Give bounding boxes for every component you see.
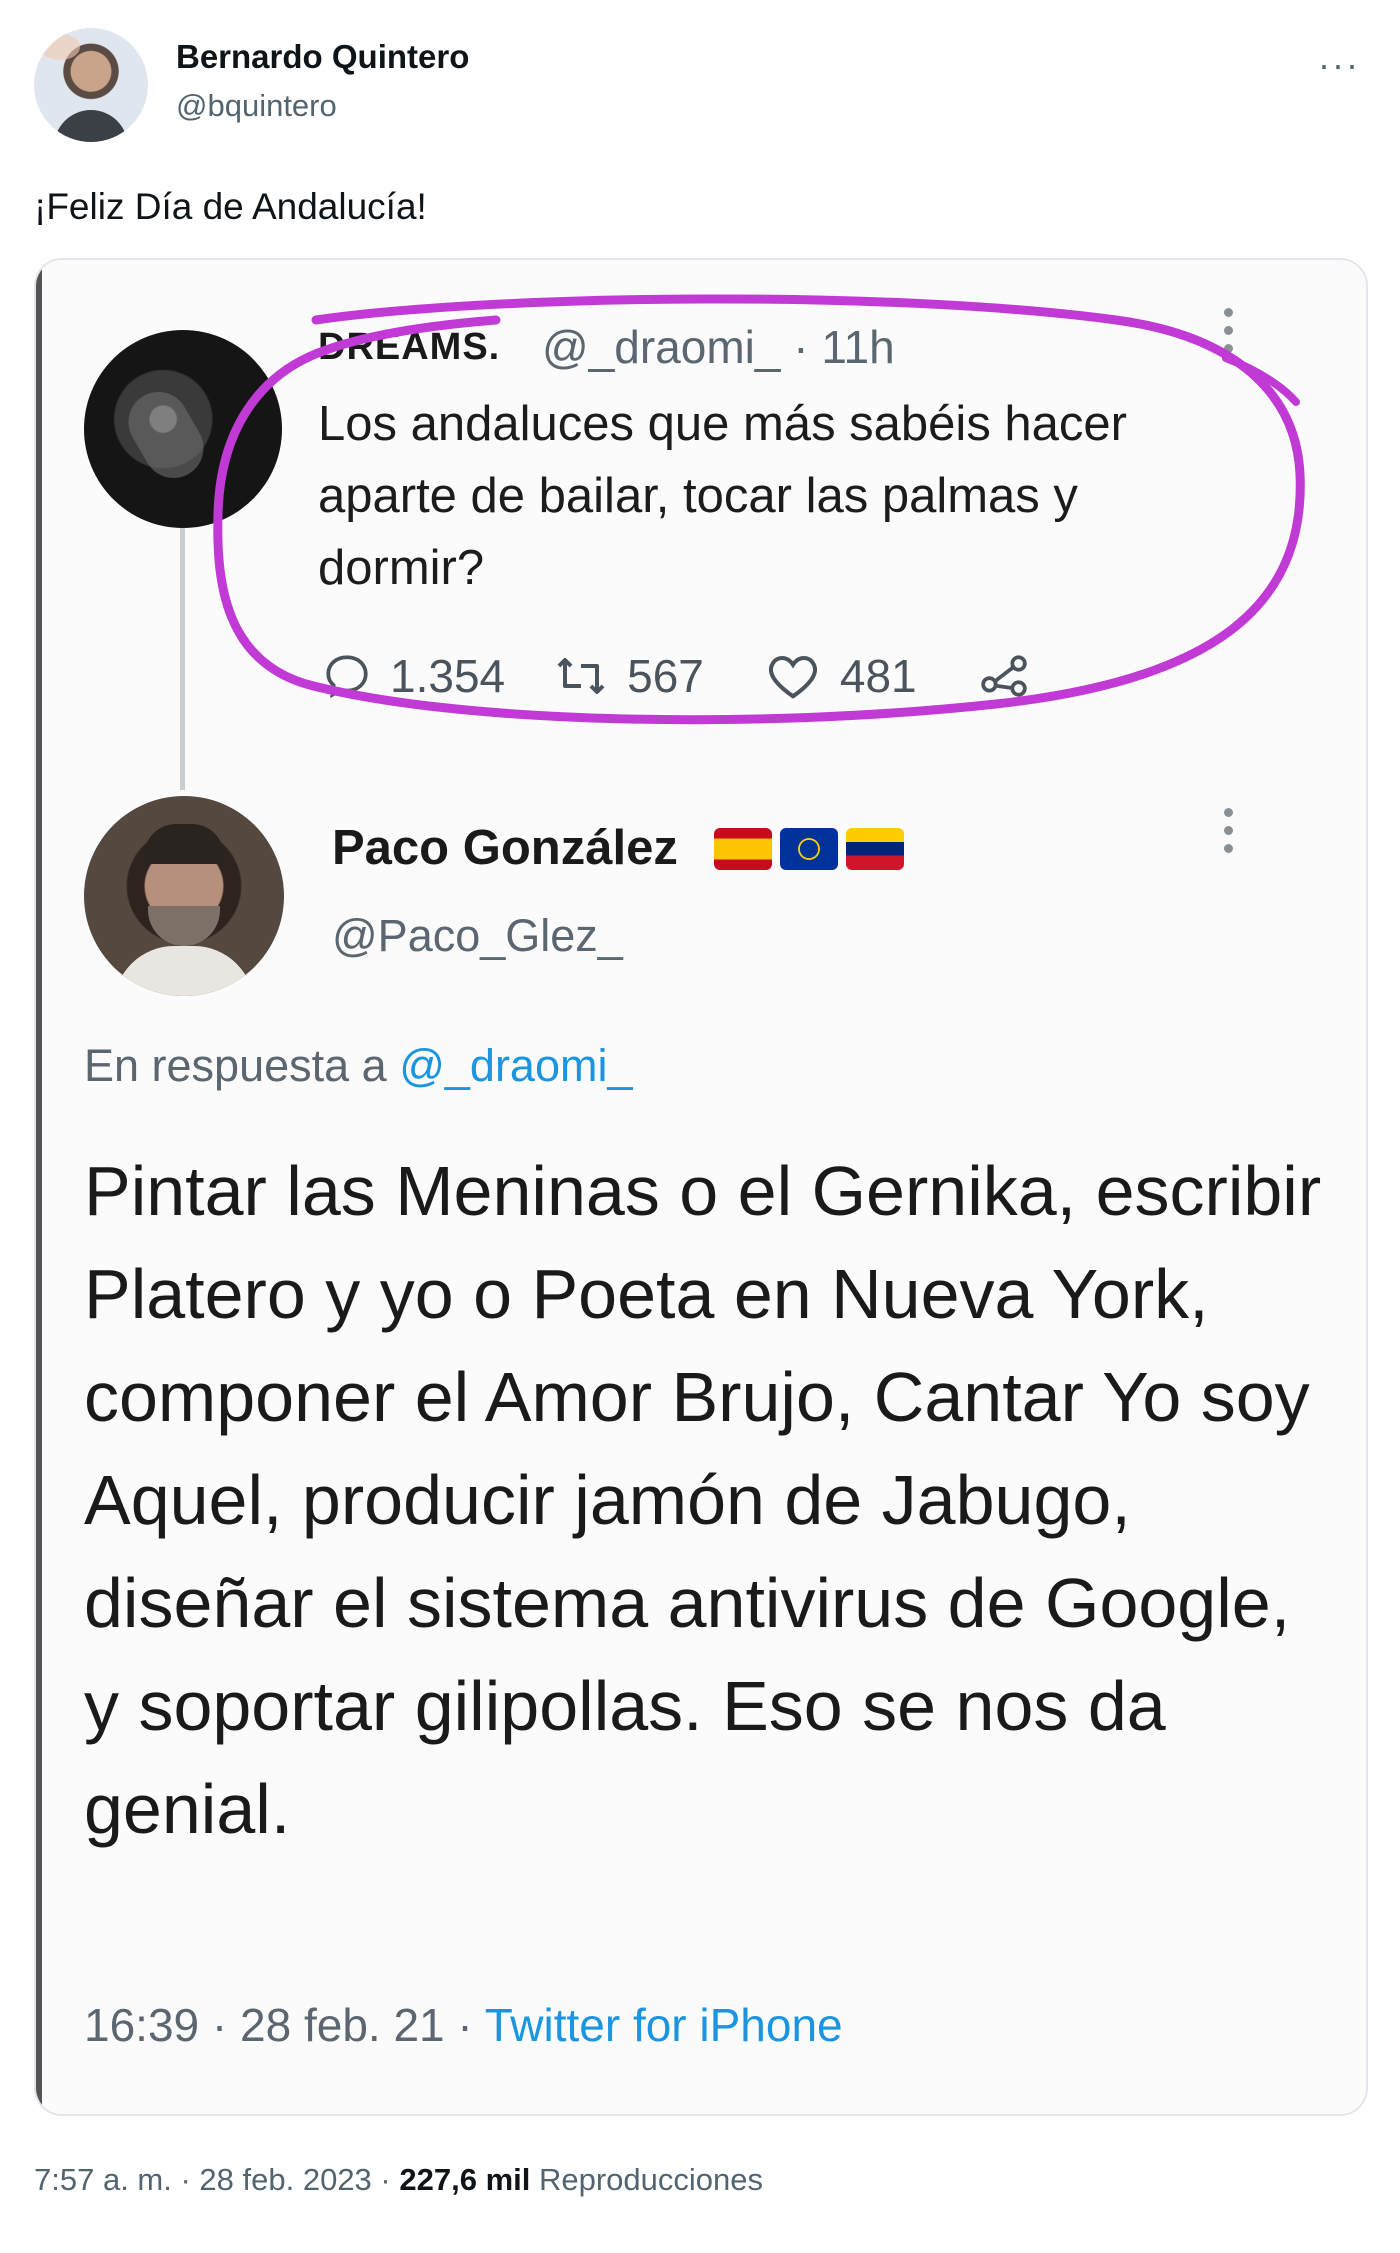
reply-time: 16:39 <box>84 1999 200 2051</box>
author-avatar[interactable] <box>34 28 148 142</box>
avatar-hair <box>144 824 224 864</box>
reply-context-prefix: En respuesta a <box>84 1040 400 1091</box>
views-label: Reproducciones <box>538 2162 764 2197</box>
reply-handle: @Paco_Glez_ <box>332 910 623 961</box>
avatar-beard <box>148 906 220 946</box>
reply-source: Twitter for iPhone <box>484 1999 843 2051</box>
meta-separator: · <box>444 1999 485 2051</box>
author-name[interactable]: Bernardo Quintero <box>176 38 469 76</box>
annotation-circle <box>213 294 1305 725</box>
meta-separator: · <box>199 1999 241 2051</box>
avatar-shirt <box>54 110 128 142</box>
tweet-time[interactable]: 7:57 a. m. <box>34 2162 172 2197</box>
more-options-icon[interactable]: ··· <box>1318 44 1360 86</box>
avatar-detail <box>40 34 80 60</box>
reply-context-mention: @_draomi_ <box>399 1040 633 1091</box>
reply-context: En respuesta a @_draomi_ <box>84 1040 633 1092</box>
avatar-body <box>114 946 254 996</box>
tweet-media[interactable]: DREAMS. @_draomi_ · 11h Los andaluces qu… <box>34 258 1368 2116</box>
reply-text: Pintar las Meninas o el Gernika, escribi… <box>84 1152 1322 1848</box>
footer-separator: · <box>371 2162 400 2197</box>
reply-name: Paco González <box>332 821 678 875</box>
reply-meta: 16:39 · 28 feb. 21 · Twitter for iPhone <box>84 1998 843 2052</box>
reply-more-icon <box>1224 808 1234 862</box>
reply-date: 28 feb. 21 <box>240 1999 445 2051</box>
thread-line <box>180 528 185 790</box>
tweet-footer: 7:57 a. m. · 28 feb. 2023 · 227,6 mil Re… <box>34 2162 763 2198</box>
views-count: 227,6 mil <box>399 2162 531 2197</box>
tweet-text: ¡Feliz Día de Andalucía! <box>34 186 427 227</box>
spain-flag-icon <box>714 828 772 870</box>
reply-avatar <box>84 796 284 996</box>
flag-emojis <box>714 828 912 870</box>
image-edge <box>36 260 42 2114</box>
footer-separator: · <box>171 2162 200 2197</box>
eu-flag-icon <box>780 828 838 870</box>
tweet-date[interactable]: 28 feb. 2023 <box>199 2162 371 2197</box>
screenshot-image: DREAMS. @_draomi_ · 11h Los andaluces qu… <box>36 260 1366 2114</box>
venezuela-flag-icon <box>846 828 904 870</box>
author-handle[interactable]: @bquintero <box>176 88 337 124</box>
